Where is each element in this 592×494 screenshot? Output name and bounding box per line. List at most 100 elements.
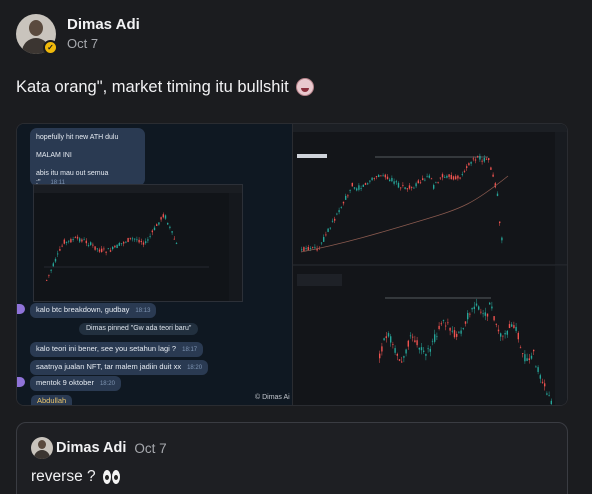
candle — [448, 174, 450, 177]
candle — [468, 163, 470, 166]
candle — [390, 336, 392, 343]
candle — [383, 338, 385, 341]
candle — [425, 353, 427, 356]
verified-badge-icon: ✓ — [43, 40, 58, 55]
candle — [92, 244, 94, 246]
candle — [72, 239, 74, 241]
candle — [109, 250, 112, 252]
author-avatar[interactable]: ✓ — [16, 14, 58, 55]
candle — [404, 187, 406, 189]
candle — [426, 176, 428, 178]
candle — [437, 181, 439, 183]
candle — [160, 217, 162, 220]
candle — [496, 193, 499, 196]
candle — [307, 247, 309, 251]
candle — [98, 249, 101, 252]
quoted-post-date: Oct 7 — [134, 440, 167, 456]
candle — [94, 246, 96, 250]
candle — [411, 186, 413, 188]
candle — [462, 327, 464, 329]
face-emoji-icon — [295, 78, 314, 96]
candle — [61, 245, 63, 247]
candle — [123, 242, 125, 244]
candle — [340, 206, 342, 208]
candle — [435, 182, 437, 184]
eyes-emoji-icon — [102, 470, 121, 484]
candle — [378, 174, 380, 178]
candle — [327, 228, 329, 232]
post-text-content: Kata orang", market timing itu bullshit — [16, 78, 289, 96]
candle — [475, 303, 478, 306]
chat-text: mentok 9 oktober — [36, 378, 94, 387]
candle — [145, 241, 147, 244]
candle — [424, 179, 426, 181]
candle — [495, 323, 497, 325]
candle — [423, 350, 425, 352]
candle — [484, 312, 486, 316]
candle — [147, 239, 149, 241]
candle — [478, 306, 480, 310]
candle — [153, 227, 156, 231]
candle — [134, 238, 136, 240]
candle — [490, 167, 492, 170]
candle — [530, 355, 533, 359]
candle — [481, 160, 483, 162]
candle — [386, 176, 389, 180]
candle — [380, 175, 382, 177]
candle — [379, 353, 381, 359]
pinned-notice: Dimas pinned "Gw ada teori baru" — [79, 323, 199, 335]
candle — [314, 246, 316, 248]
candle — [464, 321, 467, 324]
quoted-post[interactable]: Dimas Adi Oct 7 reverse ? — [16, 422, 568, 494]
candle — [501, 237, 503, 241]
chat-text: kalo teori ini bener, see you setahun la… — [36, 344, 177, 353]
candle — [485, 158, 488, 160]
candle — [396, 353, 398, 356]
candle — [391, 177, 393, 182]
candle — [105, 251, 107, 253]
candle — [151, 230, 153, 233]
candle — [544, 383, 546, 387]
quoted-author-avatar[interactable] — [31, 437, 53, 459]
candle — [175, 243, 178, 245]
quoted-author-name[interactable]: Dimas Adi — [56, 440, 126, 456]
quoted-text-content: reverse ? — [31, 468, 96, 485]
candle — [349, 190, 351, 191]
author-name[interactable]: Dimas Adi — [67, 15, 140, 34]
candle — [70, 239, 72, 243]
quoted-post-text: reverse ? — [31, 468, 121, 486]
chat-line: MALAM INI — [36, 152, 72, 159]
candle — [416, 340, 418, 346]
candle — [325, 234, 327, 236]
candle — [101, 248, 103, 252]
candle — [65, 241, 68, 243]
chat-bubble: saatnya jualan NFT, tar malem jadiin dui… — [30, 360, 209, 375]
candle — [460, 330, 462, 334]
post-image[interactable]: hopefully hit new ATH dulu MALAM INI abi… — [16, 123, 568, 406]
candle — [356, 188, 358, 191]
candle — [467, 312, 469, 320]
chat-text: kalo btc breakdown, gudbay — [36, 305, 130, 314]
candle — [127, 237, 129, 243]
candle — [513, 325, 515, 328]
candle — [68, 240, 70, 242]
candle — [409, 335, 412, 337]
candle — [539, 375, 541, 379]
candle — [463, 170, 466, 172]
candle — [382, 175, 384, 177]
candle — [415, 183, 417, 187]
chat-avatar-dot — [17, 304, 25, 314]
candle — [79, 238, 81, 242]
candle — [85, 240, 87, 244]
candle — [131, 238, 134, 240]
candle — [309, 247, 312, 249]
candle — [323, 237, 325, 242]
candle — [138, 239, 140, 243]
candle — [419, 182, 422, 184]
candle — [413, 187, 415, 189]
candle — [517, 332, 519, 340]
chat-bubble-multi: hopefully hit new ATH dulu MALAM INI abi… — [30, 128, 145, 186]
candle — [492, 174, 494, 177]
candle — [50, 269, 52, 271]
candle — [103, 248, 105, 250]
